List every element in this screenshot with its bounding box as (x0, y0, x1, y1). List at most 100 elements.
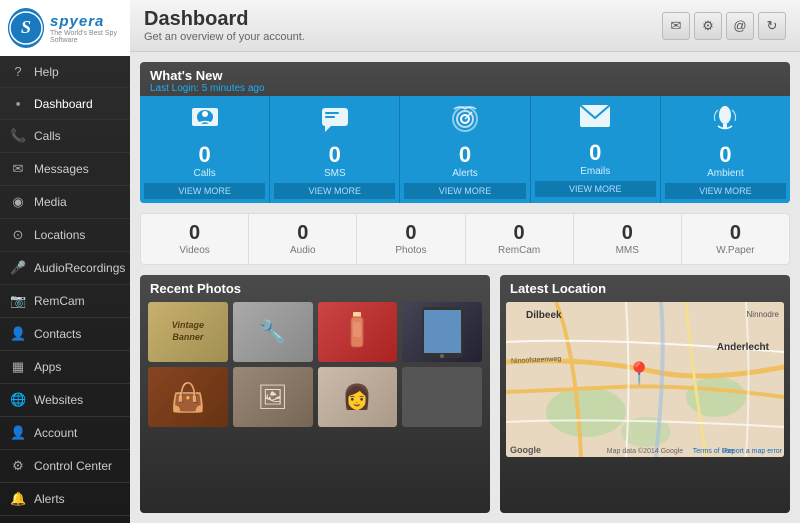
sms-view-more[interactable]: VIEW MORE (274, 183, 395, 199)
logo-subtext: The World's Best Spy Software (50, 30, 122, 44)
sidebar-item-audiorecordings[interactable]: 🎤 AudioRecordings (0, 252, 130, 285)
last-login-text: Last Login: 5 minutes ago (150, 83, 780, 94)
control-icon: ⚙ (10, 458, 26, 474)
emails-count: 0 (589, 140, 601, 166)
email-button[interactable]: ✉ (662, 12, 690, 40)
videos-count: 0 (189, 222, 200, 245)
page-subtitle: Get an overview of your account. (144, 31, 305, 43)
header-icons: ✉ ⚙ @ ↻ (662, 12, 786, 40)
recent-photos-panel: Recent Photos VintageBanner 🔧 👜 🖼 👩 (140, 275, 490, 513)
sidebar: S spyera The World's Best Spy Software ?… (0, 0, 130, 523)
sec-stat-photos: 0 Photos (357, 214, 465, 264)
photo-empty (402, 367, 482, 427)
stat-sms: 0 SMS VIEW MORE (270, 96, 400, 203)
logo-area: S spyera The World's Best Spy Software (0, 0, 130, 56)
sidebar-item-account[interactable]: 👤 Account (0, 417, 130, 450)
photos-label: Photos (395, 245, 426, 256)
sidebar-item-help[interactable]: ? Help (0, 56, 130, 88)
alerts-label: Alerts (452, 168, 478, 179)
photo-vintage[interactable]: VintageBanner (148, 302, 228, 362)
stat-emails: 0 Emails VIEW MORE (531, 96, 661, 203)
sidebar-item-contacts[interactable]: 👤 Contacts (0, 318, 130, 351)
sidebar-item-dashboard[interactable]: ▪ Dashboard (0, 88, 130, 120)
sidebar-item-websites[interactable]: 🌐 Websites (0, 384, 130, 417)
photo-collage[interactable]: 🖼 (233, 367, 313, 427)
stat-alerts: 0 Alerts VIEW MORE (400, 96, 530, 203)
map-location-marker: 📍 (626, 361, 653, 387)
sidebar-item-media[interactable]: ◉ Media (0, 186, 130, 219)
map-report-link[interactable]: Report a map error (723, 448, 782, 455)
sidebar-label-apps: Apps (34, 360, 61, 374)
map-label-ninnodre: Ninnodre (747, 310, 779, 319)
user-button[interactable]: @ (726, 12, 754, 40)
apps-icon: ▦ (10, 359, 26, 375)
media-icon: ◉ (10, 194, 26, 210)
sec-stat-remcam: 0 RemCam (466, 214, 574, 264)
photo-perfume[interactable] (318, 302, 398, 362)
photos-count: 0 (405, 222, 416, 245)
logo-text-area: spyera The World's Best Spy Software (50, 13, 122, 44)
audio-label: Audio (290, 245, 316, 256)
map-label-dilbeek: Dilbeek (526, 310, 562, 321)
photo-tools[interactable]: 🔧 (233, 302, 313, 362)
locations-icon: ⊙ (10, 227, 26, 243)
logo-icon: S (8, 8, 44, 48)
remcam-label: RemCam (498, 245, 540, 256)
calls-stat-icon (190, 104, 220, 140)
whats-new-title: What's New (150, 68, 780, 83)
calls-count: 0 (198, 142, 210, 168)
alerts-icon: 🔔 (10, 491, 26, 507)
sidebar-label-locations: Locations (34, 228, 85, 242)
sidebar-label-contacts: Contacts (34, 327, 81, 341)
sidebar-item-apps[interactable]: ▦ Apps (0, 351, 130, 384)
sidebar-item-remcam[interactable]: 📷 RemCam (0, 285, 130, 318)
stats-row: 0 Calls VIEW MORE 0 SMS VIEW MORE (140, 96, 790, 203)
sidebar-item-messages[interactable]: ✉ Messages (0, 153, 130, 186)
sidebar-label-controlcenter: Control Center (34, 459, 112, 473)
ambient-view-more[interactable]: VIEW MORE (665, 183, 786, 199)
mms-label: MMS (616, 245, 639, 256)
calls-label: Calls (193, 168, 215, 179)
sidebar-item-locations[interactable]: ⊙ Locations (0, 219, 130, 252)
photo-tablet[interactable] (402, 302, 482, 362)
latest-location-panel: Latest Location (500, 275, 790, 513)
photos-grid: VintageBanner 🔧 👜 🖼 👩 (140, 302, 490, 435)
main-content: Dashboard Get an overview of your accoun… (130, 0, 800, 523)
refresh-button[interactable]: ↻ (758, 12, 786, 40)
messages-icon: ✉ (10, 161, 26, 177)
map-background: Dilbeek Ninnodre Anderlecht Ninoofsteenw… (506, 302, 784, 457)
photo-portrait[interactable]: 👩 (318, 367, 398, 427)
audio-count: 0 (297, 222, 308, 245)
remcam-count: 0 (514, 222, 525, 245)
header-left: Dashboard Get an overview of your accoun… (144, 8, 305, 43)
alerts-view-more[interactable]: VIEW MORE (404, 183, 525, 199)
recent-photos-title: Recent Photos (140, 275, 490, 302)
svg-text:S: S (21, 17, 31, 37)
sidebar-label-dashboard: Dashboard (34, 97, 93, 111)
mms-count: 0 (622, 222, 633, 245)
header: Dashboard Get an overview of your accoun… (130, 0, 800, 52)
wpaper-label: W.Paper (716, 245, 754, 256)
emails-view-more[interactable]: VIEW MORE (535, 181, 656, 197)
sidebar-item-pendingcmds[interactable]: ▶ Pending CMDs (0, 516, 130, 523)
calls-icon: 📞 (10, 128, 26, 144)
sidebar-item-alerts[interactable]: 🔔 Alerts (0, 483, 130, 516)
stat-calls: 0 Calls VIEW MORE (140, 96, 270, 203)
sidebar-item-controlcenter[interactable]: ⚙ Control Center (0, 450, 130, 483)
emails-stat-icon (579, 104, 611, 138)
dashboard-icon: ▪ (10, 96, 26, 111)
gear-button[interactable]: ⚙ (694, 12, 722, 40)
photo-bag[interactable]: 👜 (148, 367, 228, 427)
audio-icon: 🎤 (10, 260, 26, 276)
latest-location-title: Latest Location (500, 275, 790, 302)
sidebar-label-remcam: RemCam (34, 294, 85, 308)
map-label-anderlecht: Anderlecht (717, 342, 769, 353)
calls-view-more[interactable]: VIEW MORE (144, 183, 265, 199)
help-icon: ? (10, 64, 26, 79)
stat-ambient: 0 Ambient VIEW MORE (661, 96, 790, 203)
sidebar-label-media: Media (34, 195, 67, 209)
sidebar-label-help: Help (34, 65, 59, 79)
sidebar-item-calls[interactable]: 📞 Calls (0, 120, 130, 153)
sec-stat-audio: 0 Audio (249, 214, 357, 264)
map-attribution: Map data ©2014 Google (607, 448, 683, 455)
